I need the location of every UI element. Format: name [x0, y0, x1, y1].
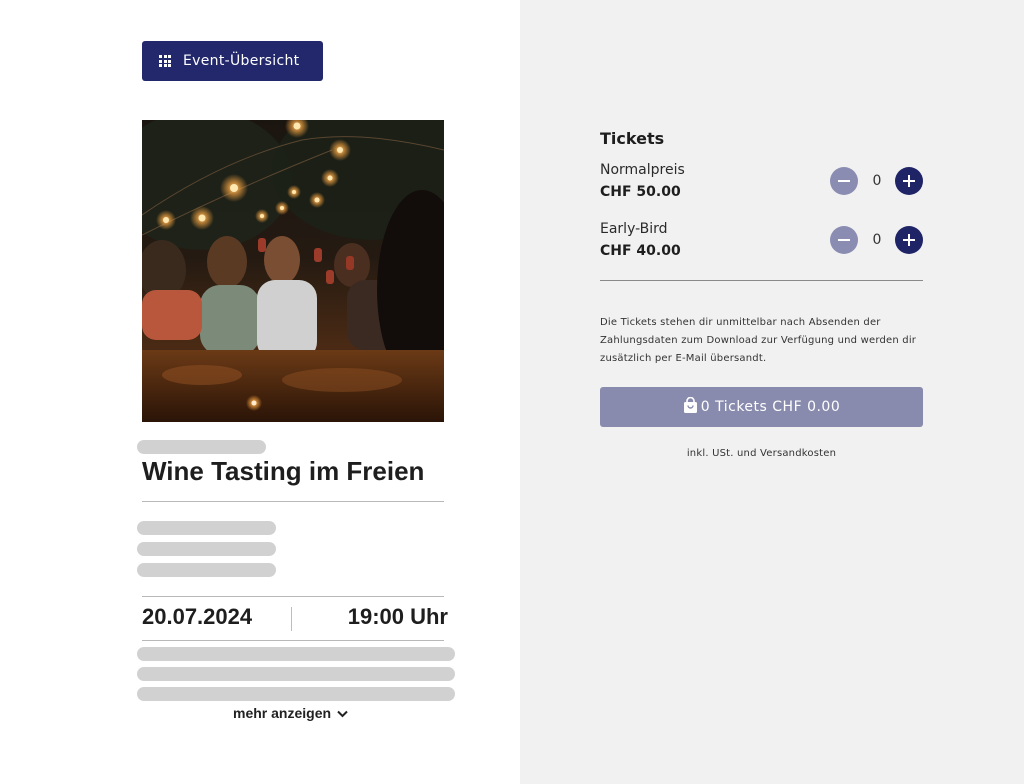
delivery-info-text: Die Tickets stehen dir unmittelbar nach … [600, 317, 917, 364]
shopping-bag-icon [683, 396, 698, 418]
ticket-name-earlybird: Early-Bird [600, 221, 668, 237]
date-bottom-divider [142, 640, 444, 641]
decrease-normal-button[interactable] [830, 167, 858, 195]
text-placeholder [137, 563, 276, 577]
event-time: 19:00 Uhr [347, 604, 448, 629]
event-date: 20.07.2024 [142, 604, 253, 629]
text-placeholder [137, 542, 276, 556]
ticket-name-normal: Normalpreis [600, 162, 685, 178]
buy-tickets-label: 0 Tickets CHF 0.00 [700, 399, 841, 415]
minus-icon [838, 239, 850, 241]
buy-tickets-button[interactable]: 0 Tickets CHF 0.00 [600, 387, 923, 427]
ticket-price-earlybird: CHF 40.00 [600, 243, 681, 259]
title-divider [142, 501, 444, 502]
plus-icon [903, 175, 915, 187]
description-placeholder [137, 647, 455, 661]
tickets-heading: Tickets [600, 129, 665, 148]
date-time-separator [291, 607, 292, 631]
quantity-earlybird: 0 [872, 232, 882, 248]
event-overview-label: Event-Übersicht [183, 53, 300, 69]
plus-icon [903, 234, 915, 246]
description-placeholder [137, 687, 455, 701]
description-placeholder [137, 667, 455, 681]
quantity-normal: 0 [872, 173, 882, 189]
grid-icon [159, 55, 171, 67]
event-title: Wine Tasting im Freien [142, 456, 425, 486]
ticket-price-normal: CHF 50.00 [600, 184, 681, 200]
event-image [142, 120, 444, 422]
text-placeholder [137, 521, 276, 535]
minus-icon [838, 180, 850, 182]
chevron-down-icon [337, 705, 348, 721]
show-more-button[interactable]: mehr anzeigen [233, 705, 348, 721]
increase-normal-button[interactable] [895, 167, 923, 195]
show-more-label: mehr anzeigen [233, 705, 332, 721]
tax-shipping-note: inkl. USt. und Versandkosten [686, 448, 837, 459]
date-top-divider [142, 596, 444, 597]
event-overview-button[interactable]: Event-Übersicht [142, 41, 323, 81]
decrease-earlybird-button[interactable] [830, 226, 858, 254]
tickets-divider [600, 280, 923, 281]
increase-earlybird-button[interactable] [895, 226, 923, 254]
category-placeholder [137, 440, 266, 454]
